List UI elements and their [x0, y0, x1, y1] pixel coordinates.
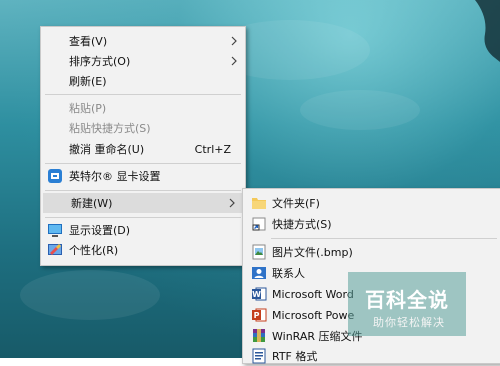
menu-item-intel-graphics[interactable]: 英特尔® 显卡设置	[41, 166, 245, 186]
word-icon: W	[252, 287, 267, 301]
rtf-icon	[252, 348, 266, 364]
light-ripple	[300, 90, 420, 130]
contact-icon	[252, 267, 266, 279]
swimmer-silhouette	[475, 0, 500, 62]
intel-graphics-icon	[48, 169, 62, 183]
menu-separator	[45, 163, 241, 164]
submenu-item-bitmap[interactable]: 图片文件(.bmp)	[243, 242, 500, 262]
display-icon	[48, 224, 62, 237]
shortcut-text: Ctrl+Z	[194, 142, 231, 156]
submenu-item-shortcut[interactable]: 快捷方式(S)	[243, 214, 500, 234]
menu-item-paste[interactable]: 粘贴(P)	[41, 98, 245, 118]
menu-item-refresh[interactable]: 刷新(E)	[41, 71, 245, 91]
menu-item-sort-by[interactable]: 排序方式(O)	[41, 51, 245, 71]
watermark-subtitle: 助你轻松解决	[373, 316, 445, 329]
chevron-right-icon	[231, 56, 237, 66]
menu-item-personalize[interactable]: 个性化(R)	[41, 240, 245, 260]
menu-item-view[interactable]: 查看(V)	[41, 31, 245, 51]
menu-separator	[45, 190, 241, 191]
submenu-item-rtf[interactable]: RTF 格式	[243, 346, 500, 366]
chevron-right-icon	[231, 36, 237, 46]
light-ripple	[20, 270, 160, 320]
winrar-icon	[253, 329, 265, 342]
personalize-icon	[48, 244, 62, 255]
svg-text:P: P	[254, 311, 260, 320]
menu-item-paste-shortcut[interactable]: 粘贴快捷方式(S)	[41, 118, 245, 138]
powerpoint-icon: P	[252, 308, 267, 322]
menu-separator	[45, 94, 241, 95]
submenu-item-folder[interactable]: 文件夹(F)	[243, 193, 500, 213]
chevron-right-icon	[229, 198, 235, 208]
menu-item-display-settings[interactable]: 显示设置(D)	[41, 220, 245, 240]
menu-separator	[45, 217, 241, 218]
menu-separator	[271, 238, 497, 239]
shortcut-icon	[252, 217, 266, 231]
desktop-context-menu: 查看(V) 排序方式(O) 刷新(E) 粘贴(P) 粘贴快捷方式(S) 撤消 重…	[40, 26, 246, 266]
menu-item-undo-rename[interactable]: 撤消 重命名(U) Ctrl+Z	[41, 139, 245, 159]
watermark-logo: 百科全说 助你轻松解决	[348, 272, 466, 336]
bitmap-icon	[252, 244, 266, 260]
folder-icon	[252, 198, 266, 209]
watermark-title: 百科全说	[365, 288, 449, 312]
svg-text:W: W	[252, 290, 261, 299]
menu-item-new[interactable]: 新建(W)	[43, 193, 243, 213]
